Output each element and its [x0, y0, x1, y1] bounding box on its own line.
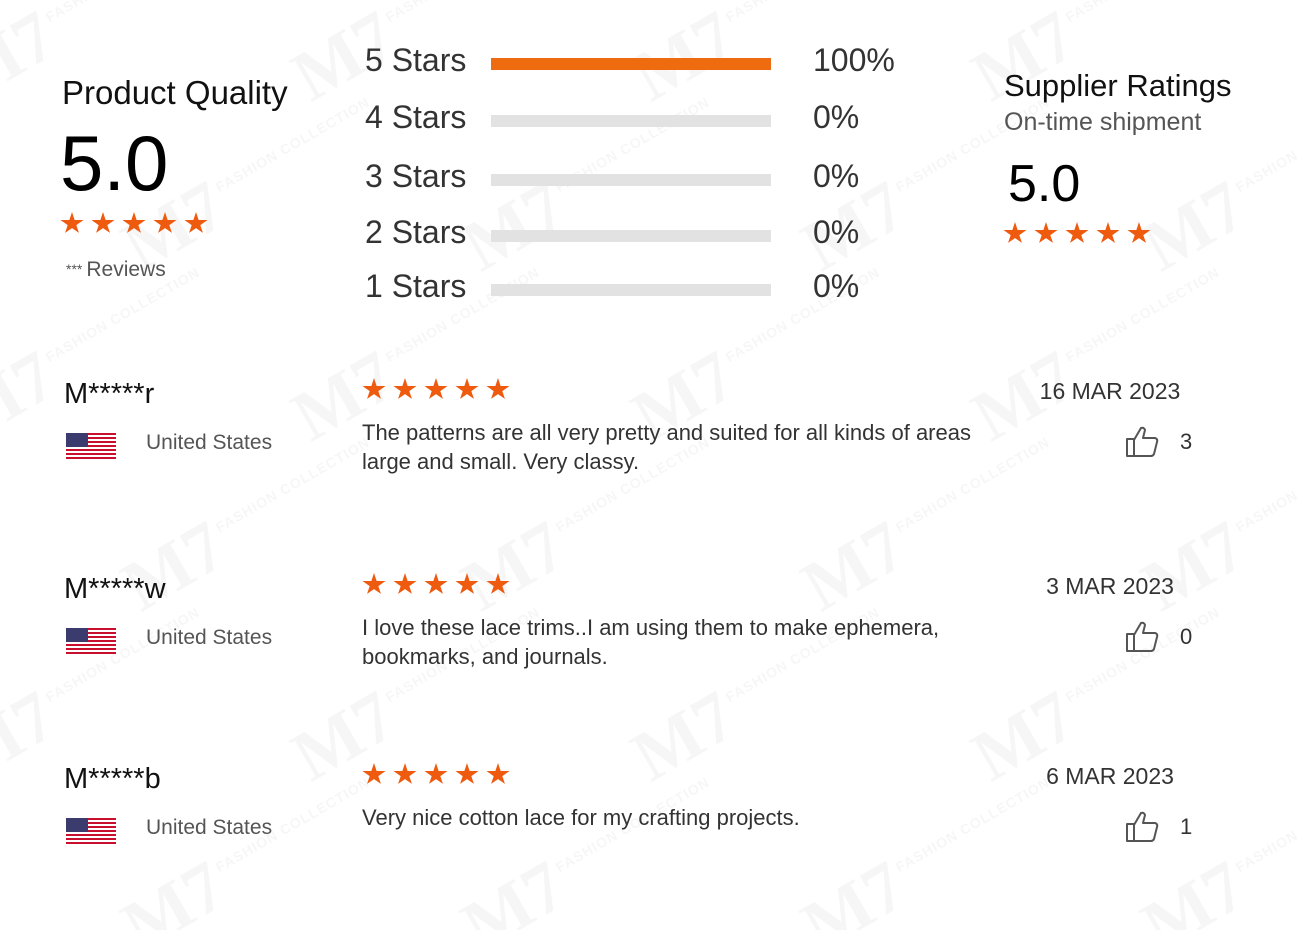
- like-count: 1: [1180, 814, 1193, 839]
- supplier-ratings-stars: [1003, 222, 1151, 245]
- rating-row-label: 4 Stars: [365, 99, 467, 135]
- reviewer-country: United States: [146, 816, 273, 839]
- star-icon: [393, 378, 417, 399]
- rating-row-1[interactable]: 1 Stars 0%: [365, 268, 925, 308]
- supplier-ratings-label: Supplier Ratings: [1004, 68, 1232, 103]
- review-item: M*****w United States I love these lace …: [0, 573, 1300, 733]
- star-icon: [486, 573, 510, 594]
- rating-row-label: 5 Stars: [365, 42, 467, 78]
- review-text: The patterns are all very pretty and sui…: [362, 420, 971, 474]
- rating-bar-fill: [491, 58, 771, 70]
- us-flag-icon: [66, 433, 116, 459]
- review-item: M*****b United States Very nice cotton l…: [0, 763, 1300, 923]
- thumbs-up-icon: [1126, 811, 1159, 842]
- rating-row-percent: 100%: [813, 42, 895, 78]
- star-icon: [1065, 222, 1089, 243]
- rating-row-label: 3 Stars: [365, 158, 467, 194]
- like-button[interactable]: 1: [1124, 809, 1192, 845]
- thumbs-up-icon: [1126, 621, 1159, 652]
- rating-bar: [491, 230, 771, 242]
- like-count: 0: [1180, 624, 1193, 649]
- rating-bar: [491, 115, 771, 127]
- review-stars: [362, 763, 510, 786]
- reviewer-name: M*****w: [64, 573, 166, 605]
- supplier-ratings-sublabel: On-time shipment: [1004, 108, 1202, 136]
- like-count: 3: [1180, 429, 1193, 454]
- rating-row-percent: 0%: [813, 214, 860, 250]
- reviews-label: Reviews: [86, 258, 166, 281]
- review-date: 6 MAR 2023: [1046, 763, 1174, 789]
- reviews-count-mask: ***: [66, 261, 83, 277]
- star-icon: [455, 573, 479, 594]
- rating-row-5[interactable]: 5 Stars 100%: [365, 42, 925, 82]
- star-icon: [424, 378, 448, 399]
- star-icon: [1003, 222, 1027, 243]
- star-icon: [486, 378, 510, 399]
- star-icon: [1034, 222, 1058, 243]
- star-icon: [153, 212, 177, 233]
- star-icon: [424, 573, 448, 594]
- reviewer-country: United States: [146, 431, 273, 454]
- product-quality-stars: [60, 212, 208, 235]
- rating-row-4[interactable]: 4 Stars 0%: [365, 99, 925, 139]
- reviewer-name: M*****b: [64, 763, 161, 795]
- star-icon: [60, 212, 84, 233]
- star-icon: [455, 763, 479, 784]
- product-quality-score: 5.0: [60, 119, 169, 207]
- star-icon: [1096, 222, 1120, 243]
- star-icon: [455, 378, 479, 399]
- review-stars: [362, 378, 510, 401]
- rating-row-2[interactable]: 2 Stars 0%: [365, 214, 925, 254]
- reviewer-name: M*****r: [64, 378, 155, 410]
- star-icon: [362, 378, 386, 399]
- reviews-count[interactable]: *** Reviews: [66, 258, 166, 282]
- like-button[interactable]: 3: [1124, 424, 1192, 460]
- star-icon: [1127, 222, 1151, 243]
- like-button[interactable]: 0: [1124, 619, 1192, 655]
- us-flag-icon: [66, 628, 116, 654]
- review-text: Very nice cotton lace for my crafting pr…: [362, 805, 800, 830]
- rating-row-percent: 0%: [813, 99, 860, 135]
- star-icon: [393, 573, 417, 594]
- review-date: 3 MAR 2023: [1046, 573, 1174, 599]
- thumbs-up-icon: [1126, 426, 1159, 457]
- watermark-logo: M7FASHION COLLECTION: [1128, 75, 1300, 288]
- reviewer-country: United States: [146, 626, 273, 649]
- rating-row-percent: 0%: [813, 268, 860, 304]
- rating-row-label: 2 Stars: [365, 214, 467, 250]
- rating-row-percent: 0%: [813, 158, 860, 194]
- star-icon: [486, 763, 510, 784]
- star-icon: [362, 573, 386, 594]
- rating-bar: [491, 174, 771, 186]
- star-icon: [362, 763, 386, 784]
- us-flag-icon: [66, 818, 116, 844]
- star-icon: [122, 212, 146, 233]
- rating-row-label: 1 Stars: [365, 268, 467, 304]
- rating-bar: [491, 284, 771, 296]
- review-text: I love these lace trims..I am using them…: [362, 615, 940, 669]
- rating-row-3[interactable]: 3 Stars 0%: [365, 158, 925, 198]
- review-stars: [362, 573, 510, 596]
- review-item: M*****r United States The patterns are a…: [0, 378, 1300, 538]
- star-icon: [91, 212, 115, 233]
- review-date: 16 MAR 2023: [1039, 378, 1181, 404]
- supplier-ratings-score: 5.0: [1008, 155, 1081, 213]
- star-icon: [184, 212, 208, 233]
- star-icon: [393, 763, 417, 784]
- rating-bar: [491, 58, 771, 70]
- star-icon: [424, 763, 448, 784]
- product-quality-label: Product Quality: [62, 74, 288, 111]
